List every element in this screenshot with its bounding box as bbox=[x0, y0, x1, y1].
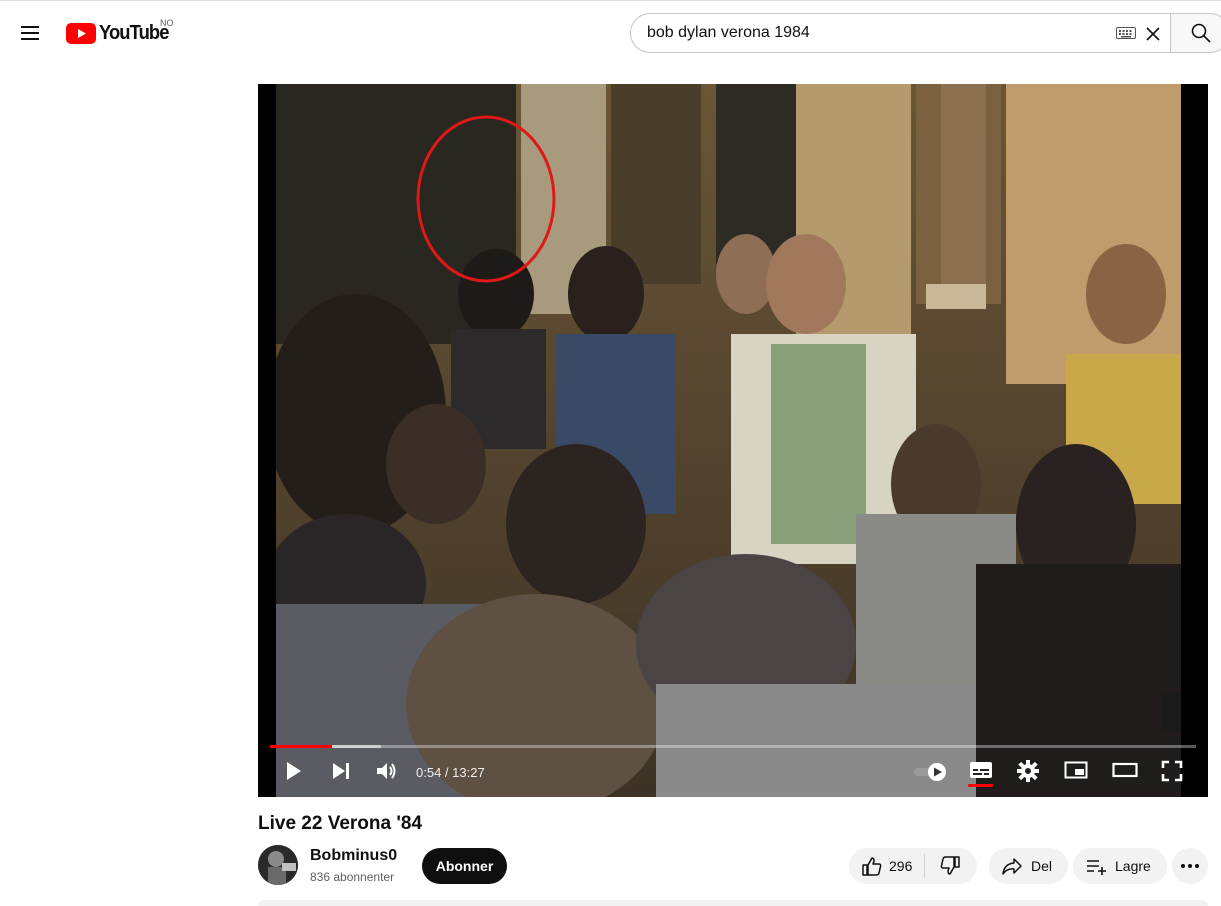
video-player[interactable]: 0:54 / 13:27 bbox=[258, 84, 1208, 797]
fullscreen-icon[interactable] bbox=[1161, 760, 1183, 782]
clear-search-icon[interactable] bbox=[1144, 25, 1162, 43]
logo-wordmark: YouTube bbox=[99, 21, 169, 44]
play-icon[interactable] bbox=[282, 760, 304, 782]
like-count: 296 bbox=[889, 858, 913, 874]
subtitles-active-indicator bbox=[968, 784, 993, 787]
menu-button[interactable] bbox=[14, 17, 46, 49]
search-input[interactable] bbox=[647, 24, 1087, 42]
keyboard-icon[interactable] bbox=[1116, 27, 1136, 39]
video-title: Live 22 Verona '84 bbox=[258, 813, 423, 834]
next-icon[interactable] bbox=[330, 760, 352, 782]
search-icon bbox=[1191, 23, 1211, 43]
youtube-logo[interactable]: YouTube bbox=[66, 22, 175, 44]
country-code: NO bbox=[160, 18, 174, 28]
top-bar: YouTube NO bbox=[0, 0, 1221, 64]
menu-icon-line bbox=[21, 26, 39, 28]
progress-bar[interactable] bbox=[270, 745, 1196, 748]
video-frame bbox=[276, 84, 1181, 797]
share-button[interactable]: Del bbox=[989, 848, 1069, 884]
channel-name[interactable]: Bobminus0 bbox=[310, 847, 397, 865]
thumbs-down-icon bbox=[941, 856, 961, 875]
save-button-inner[interactable]: Lagre bbox=[1073, 848, 1167, 884]
subscriber-count: 836 abonnenter bbox=[310, 870, 395, 884]
share-label: Del bbox=[1031, 858, 1053, 874]
share-button-inner[interactable]: Del bbox=[989, 848, 1068, 884]
autoplay-toggle-icon[interactable] bbox=[913, 762, 949, 782]
subtitles-icon[interactable] bbox=[969, 760, 993, 780]
volume-icon[interactable] bbox=[375, 760, 399, 782]
like-button[interactable]: 296 bbox=[849, 848, 924, 884]
save-button[interactable]: Lagre bbox=[1073, 848, 1167, 884]
time-display: 0:54 / 13:27 bbox=[416, 765, 485, 780]
add-to-playlist-icon bbox=[1087, 860, 1106, 875]
more-horizontal-icon bbox=[1181, 864, 1199, 868]
like-dislike-group: 296 bbox=[849, 848, 978, 884]
menu-icon-line bbox=[21, 38, 39, 40]
avatar-image bbox=[258, 845, 298, 885]
menu-icon-line bbox=[21, 32, 39, 34]
description-box-edge bbox=[258, 900, 1208, 906]
search-button[interactable] bbox=[1170, 13, 1221, 53]
subscribe-button[interactable]: Abonner bbox=[422, 848, 507, 884]
more-actions-button[interactable] bbox=[1172, 848, 1208, 884]
search-box[interactable] bbox=[630, 13, 1170, 53]
miniplayer-icon[interactable] bbox=[1064, 760, 1088, 780]
share-icon bbox=[1002, 858, 1022, 875]
played-progress bbox=[270, 745, 333, 748]
channel-avatar[interactable] bbox=[258, 845, 298, 885]
youtube-play-logo-icon bbox=[66, 22, 96, 44]
thumbs-up-icon bbox=[862, 857, 882, 876]
save-label: Lagre bbox=[1115, 858, 1151, 874]
theater-mode-icon[interactable] bbox=[1112, 760, 1138, 780]
settings-icon[interactable] bbox=[1017, 760, 1039, 782]
dislike-button[interactable] bbox=[925, 848, 977, 884]
